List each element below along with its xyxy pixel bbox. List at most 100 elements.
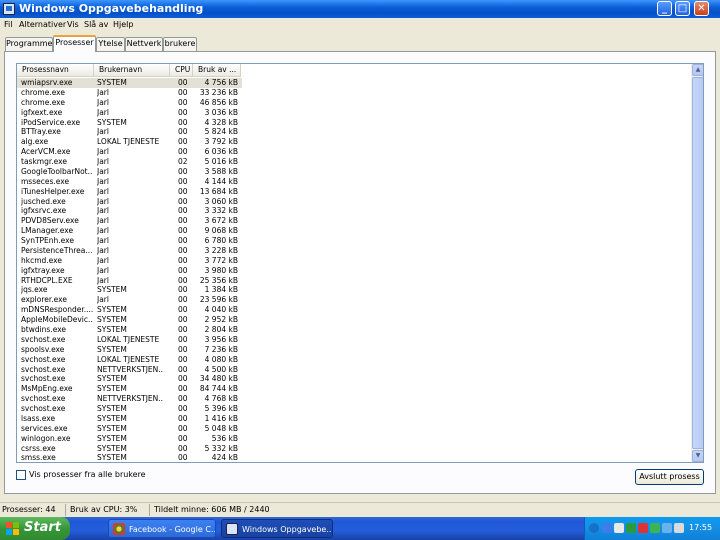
table-row[interactable]: iPodService.exe SYSTEM 00 4 328 kB — [17, 118, 693, 128]
table-row[interactable]: jusched.exe Jarl 00 3 060 kB — [17, 197, 693, 207]
tray-display-icon[interactable] — [662, 523, 672, 533]
table-row[interactable]: svchost.exe SYSTEM 00 34 480 kB — [17, 374, 693, 384]
table-row[interactable]: RTHDCPL.EXE Jarl 00 25 356 kB — [17, 276, 693, 286]
tab-nettverk[interactable]: Nettverk — [125, 37, 163, 51]
table-row[interactable]: PersistenceThrea... Jarl 00 3 228 kB — [17, 246, 693, 256]
scroll-up-icon[interactable]: ▲ — [692, 64, 703, 76]
table-row[interactable]: btwdins.exe SYSTEM 00 2 804 kB — [17, 325, 693, 335]
table-row[interactable]: AcerVCM.exe Jarl 00 6 036 kB — [17, 147, 693, 157]
tab-prosesser[interactable]: Prosesser — [53, 35, 96, 52]
memory-cell: 424 kB — [211, 453, 238, 463]
tab-programmer[interactable]: Programmer — [5, 37, 56, 51]
memory-cell: 4 080 kB — [204, 354, 238, 364]
process-name-cell: svchost.exe — [21, 374, 66, 384]
tray-network-icon[interactable] — [614, 523, 624, 533]
vertical-scrollbar[interactable]: ▲ ▼ — [691, 64, 703, 462]
tab-ytelse[interactable]: Ytelse — [96, 37, 125, 51]
taskbar-button-task-manager[interactable]: Windows Oppgavebe... — [221, 519, 333, 538]
table-row[interactable]: chrome.exe Jarl 00 46 856 kB — [17, 98, 693, 108]
memory-cell: 536 kB — [211, 433, 238, 443]
table-row[interactable]: hkcmd.exe Jarl 00 3 772 kB — [17, 256, 693, 266]
column-header-memory[interactable]: Bruk av ... — [193, 64, 241, 77]
user-name-cell: Jarl — [97, 236, 109, 246]
close-button[interactable]: ✕ — [694, 1, 709, 16]
table-row[interactable]: jqs.exe SYSTEM 00 1 384 kB — [17, 285, 693, 295]
tray-bluetooth-icon[interactable] — [602, 523, 612, 533]
tab-brukere[interactable]: brukere — [163, 37, 197, 51]
show-all-processes-label[interactable]: Vis prosesser fra alle brukere — [29, 470, 146, 479]
menu-item-sla-av[interactable]: Slå av — [84, 20, 108, 29]
taskbar-clock[interactable]: 17:55 — [689, 523, 712, 532]
memory-cell: 5 016 kB — [204, 157, 238, 167]
scroll-down-icon[interactable]: ▼ — [692, 450, 703, 462]
table-row[interactable]: GoogleToolbarNot... Jarl 00 3 588 kB — [17, 167, 693, 177]
memory-cell: 3 792 kB — [204, 137, 238, 147]
process-name-cell: RTHDCPL.EXE — [21, 275, 73, 285]
cpu-cell: 00 — [178, 295, 188, 305]
end-process-button[interactable]: Avslutt prosess — [635, 469, 704, 485]
table-row[interactable]: winlogon.exe SYSTEM 00 536 kB — [17, 434, 693, 444]
memory-cell: 3 228 kB — [204, 245, 238, 255]
cpu-cell: 00 — [178, 265, 188, 275]
tray-security-icon[interactable] — [626, 523, 636, 533]
table-row[interactable]: svchost.exe NETTVERKSTJEN... 00 4 768 kB — [17, 394, 693, 404]
show-all-processes-checkbox[interactable] — [16, 470, 26, 480]
table-row[interactable]: csrss.exe SYSTEM 00 5 332 kB — [17, 444, 693, 454]
table-row[interactable]: AppleMobileDevic... SYSTEM 00 2 952 kB — [17, 315, 693, 325]
menu-item-hjelp[interactable]: Hjelp — [113, 20, 133, 29]
menu-item-vis[interactable]: Vis — [67, 20, 79, 29]
table-row[interactable]: taskmgr.exe Jarl 02 5 016 kB — [17, 157, 693, 167]
start-button[interactable]: Start — [0, 517, 70, 540]
column-header-process-name[interactable]: Prosessnavn — [17, 64, 94, 77]
table-row[interactable]: wmiapsrv.exe SYSTEM 00 4 756 kB — [17, 78, 242, 88]
table-row[interactable]: alg.exe LOKAL TJENESTE 00 3 792 kB — [17, 137, 693, 147]
user-name-cell: LOKAL TJENESTE — [97, 137, 160, 147]
table-row[interactable]: msseces.exe Jarl 00 4 144 kB — [17, 177, 693, 187]
process-name-cell: mDNSResponder.... — [21, 305, 93, 315]
process-list[interactable]: Prosessnavn Brukernavn CPU Bruk av ... w… — [16, 63, 704, 463]
table-row[interactable]: services.exe SYSTEM 00 5 048 kB — [17, 424, 693, 434]
menu-item-fil[interactable]: Fil — [4, 20, 12, 29]
cpu-cell: 00 — [178, 137, 188, 147]
minimize-button[interactable]: _ — [657, 1, 672, 16]
user-name-cell: SYSTEM — [97, 325, 127, 334]
user-name-cell: Jarl — [97, 295, 109, 305]
menu-item-alternativer[interactable]: Alternativer — [19, 20, 66, 29]
tray-task-manager-icon[interactable] — [650, 523, 660, 533]
process-name-cell: svchost.exe — [21, 354, 66, 364]
table-row[interactable]: svchost.exe LOKAL TJENESTE 00 4 080 kB — [17, 355, 693, 365]
table-row[interactable]: igfxtray.exe Jarl 00 3 980 kB — [17, 266, 693, 276]
table-row[interactable]: SynTPEnh.exe Jarl 00 6 780 kB — [17, 236, 693, 246]
table-row[interactable]: igfxsrvc.exe Jarl 00 3 332 kB — [17, 206, 693, 216]
table-row[interactable]: igfxext.exe Jarl 00 3 036 kB — [17, 108, 693, 118]
table-row[interactable]: smss.exe SYSTEM 00 424 kB — [17, 453, 693, 463]
table-row[interactable]: iTunesHelper.exe Jarl 00 13 684 kB — [17, 187, 693, 197]
tray-volume-icon[interactable] — [674, 523, 684, 533]
table-row[interactable]: svchost.exe LOKAL TJENESTE 00 3 956 kB — [17, 335, 693, 345]
title-bar[interactable]: Windows Oppgavebehandling _ □ ✕ — [0, 0, 720, 18]
process-name-cell: igfxtray.exe — [21, 265, 65, 275]
table-row[interactable]: MsMpEng.exe SYSTEM 00 84 744 kB — [17, 384, 693, 394]
table-row[interactable]: LManager.exe Jarl 00 9 068 kB — [17, 226, 693, 236]
user-name-cell: SYSTEM — [97, 315, 127, 325]
taskbar-button-facebook-chrome[interactable]: Facebook - Google C... — [108, 519, 216, 538]
tray-alert-icon[interactable] — [638, 523, 648, 533]
table-row[interactable]: mDNSResponder.... SYSTEM 00 4 040 kB — [17, 305, 693, 315]
table-row[interactable]: lsass.exe SYSTEM 00 1 416 kB — [17, 414, 693, 424]
table-row[interactable]: spoolsv.exe SYSTEM 00 7 236 kB — [17, 345, 693, 355]
table-row[interactable]: svchost.exe SYSTEM 00 5 396 kB — [17, 404, 693, 414]
scroll-thumb[interactable] — [692, 77, 703, 449]
tray-chevron-icon[interactable] — [589, 523, 599, 533]
cpu-cell: 00 — [178, 374, 188, 384]
column-header-cpu[interactable]: CPU — [170, 64, 193, 77]
table-row[interactable]: BTTray.exe Jarl 00 5 824 kB — [17, 127, 693, 137]
table-row[interactable]: svchost.exe NETTVERKSTJEN... 00 4 500 kB — [17, 365, 693, 375]
maximize-button[interactable]: □ — [675, 1, 690, 16]
process-name-cell: igfxsrvc.exe — [21, 206, 67, 216]
table-row[interactable]: explorer.exe Jarl 00 23 596 kB — [17, 295, 693, 305]
table-row[interactable]: chrome.exe Jarl 00 33 236 kB — [17, 88, 693, 98]
column-header-user-name[interactable]: Brukernavn — [94, 64, 170, 77]
chrome-icon — [113, 523, 125, 535]
table-row[interactable]: PDVD8Serv.exe Jarl 00 3 672 kB — [17, 216, 693, 226]
cpu-cell: 00 — [178, 433, 188, 443]
